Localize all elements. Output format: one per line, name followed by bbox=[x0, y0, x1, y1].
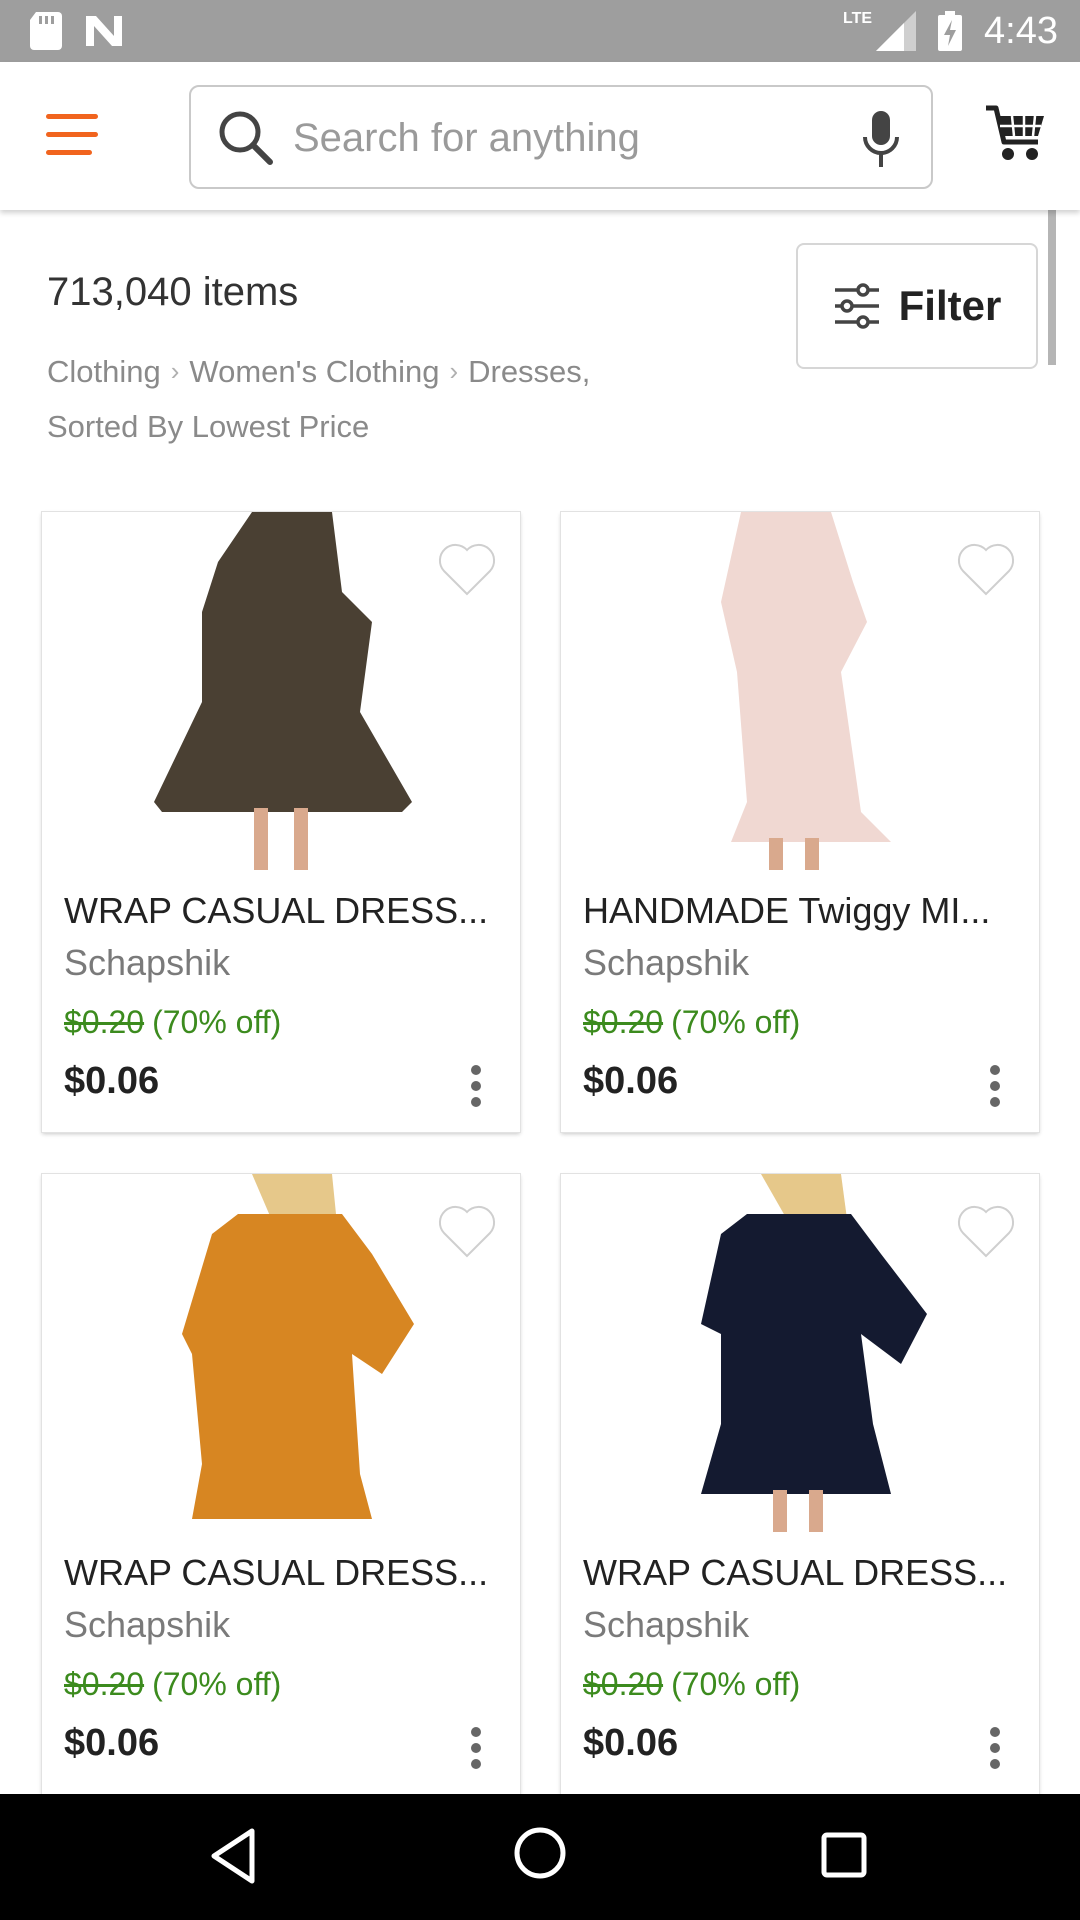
sort-label: Sorted By Lowest Price bbox=[47, 409, 370, 444]
more-options-icon[interactable] bbox=[989, 1726, 1001, 1770]
breadcrumb-item-dresses[interactable]: Dresses, bbox=[468, 354, 590, 389]
discount-label: (70% off) bbox=[152, 1666, 282, 1702]
product-card[interactable]: WRAP CASUAL DRESS... Schapshik $0.20 (70%… bbox=[42, 1174, 520, 1794]
scrollbar-thumb[interactable] bbox=[1048, 210, 1056, 365]
menu-icon-bar bbox=[46, 132, 98, 137]
more-options-icon[interactable] bbox=[470, 1726, 482, 1770]
product-image[interactable] bbox=[561, 512, 1039, 870]
product-card[interactable]: HANDMADE Twiggy MI... Schapshik $0.20 (70… bbox=[561, 512, 1039, 1132]
app-bar bbox=[0, 62, 1080, 210]
original-price: $0.20 (70% off) bbox=[583, 1666, 800, 1703]
original-price-value: $0.20 bbox=[64, 1666, 145, 1702]
sd-card-icon bbox=[30, 12, 62, 50]
product-card[interactable]: WRAP CASUAL DRESS... Schapshik $0.20 (70%… bbox=[42, 512, 520, 1132]
status-bar: LTE 4:43 bbox=[0, 0, 1080, 62]
product-image[interactable] bbox=[42, 512, 520, 870]
sale-price: $0.06 bbox=[583, 1060, 679, 1102]
product-title[interactable]: WRAP CASUAL DRESS... bbox=[64, 1552, 504, 1594]
original-price-value: $0.20 bbox=[583, 1004, 664, 1040]
shop-name: Schapshik bbox=[64, 1604, 231, 1645]
discount-label: (70% off) bbox=[671, 1004, 801, 1040]
breadcrumb: Clothing › Women's Clothing › Dresses, Sorte… bbox=[47, 345, 687, 453]
search-icon bbox=[219, 111, 273, 165]
favorite-heart-icon[interactable] bbox=[438, 1204, 496, 1258]
product-card[interactable]: WRAP CASUAL DRESS... Schapshik $0.20 (70%… bbox=[561, 1174, 1039, 1794]
battery-charging-icon bbox=[938, 11, 963, 51]
search-results[interactable]: 713,040 items Clothing › Women's Clothing ›… bbox=[0, 210, 1080, 1794]
product-title[interactable]: WRAP CASUAL DRESS... bbox=[583, 1552, 1023, 1594]
sale-price: $0.06 bbox=[64, 1060, 160, 1102]
home-icon[interactable] bbox=[513, 1826, 567, 1880]
cart-icon[interactable] bbox=[984, 102, 1046, 164]
original-price-value: $0.20 bbox=[583, 1666, 664, 1702]
product-image[interactable] bbox=[42, 1174, 520, 1532]
product-image[interactable] bbox=[561, 1174, 1039, 1532]
chevron-right-icon: › bbox=[170, 356, 180, 386]
filter-button[interactable]: Filter bbox=[796, 243, 1038, 369]
discount-label: (70% off) bbox=[671, 1666, 801, 1702]
shop-name: Schapshik bbox=[583, 942, 750, 983]
clock: 4:43 bbox=[984, 9, 1058, 52]
original-price-value: $0.20 bbox=[64, 1004, 145, 1040]
favorite-heart-icon[interactable] bbox=[957, 542, 1015, 596]
sale-price: $0.06 bbox=[583, 1722, 679, 1764]
favorite-heart-icon[interactable] bbox=[957, 1204, 1015, 1258]
back-icon[interactable] bbox=[210, 1828, 256, 1884]
original-price: $0.20 (70% off) bbox=[64, 1666, 281, 1703]
system-nav-bar bbox=[0, 1794, 1080, 1920]
item-count: 713,040 items bbox=[47, 270, 299, 314]
search-input[interactable] bbox=[293, 107, 833, 169]
menu-icon-bar bbox=[46, 150, 92, 155]
more-options-icon[interactable] bbox=[470, 1064, 482, 1108]
signal-icon bbox=[876, 11, 917, 51]
discount-label: (70% off) bbox=[152, 1004, 282, 1040]
favorite-heart-icon[interactable] bbox=[438, 542, 496, 596]
original-price: $0.20 (70% off) bbox=[64, 1004, 281, 1041]
breadcrumb-item-clothing[interactable]: Clothing bbox=[47, 354, 161, 389]
sale-price: $0.06 bbox=[64, 1722, 160, 1764]
filter-sliders-icon bbox=[834, 283, 879, 329]
more-options-icon[interactable] bbox=[989, 1064, 1001, 1108]
menu-icon bbox=[46, 114, 98, 119]
microphone-icon[interactable] bbox=[861, 111, 901, 167]
product-title[interactable]: HANDMADE Twiggy MI... bbox=[583, 890, 1023, 932]
menu-button[interactable] bbox=[46, 114, 98, 156]
breadcrumb-item-womens-clothing[interactable]: Women's Clothing bbox=[189, 354, 439, 389]
shop-name: Schapshik bbox=[64, 942, 231, 983]
recent-apps-icon[interactable] bbox=[821, 1832, 867, 1878]
search-box[interactable] bbox=[189, 85, 933, 189]
original-price: $0.20 (70% off) bbox=[583, 1004, 800, 1041]
network-type: LTE bbox=[843, 10, 873, 27]
notification-n-icon bbox=[86, 16, 122, 46]
chevron-right-icon: › bbox=[449, 356, 459, 386]
filter-label: Filter bbox=[898, 282, 1002, 329]
product-title[interactable]: WRAP CASUAL DRESS... bbox=[64, 890, 504, 932]
shop-name: Schapshik bbox=[583, 1604, 750, 1645]
